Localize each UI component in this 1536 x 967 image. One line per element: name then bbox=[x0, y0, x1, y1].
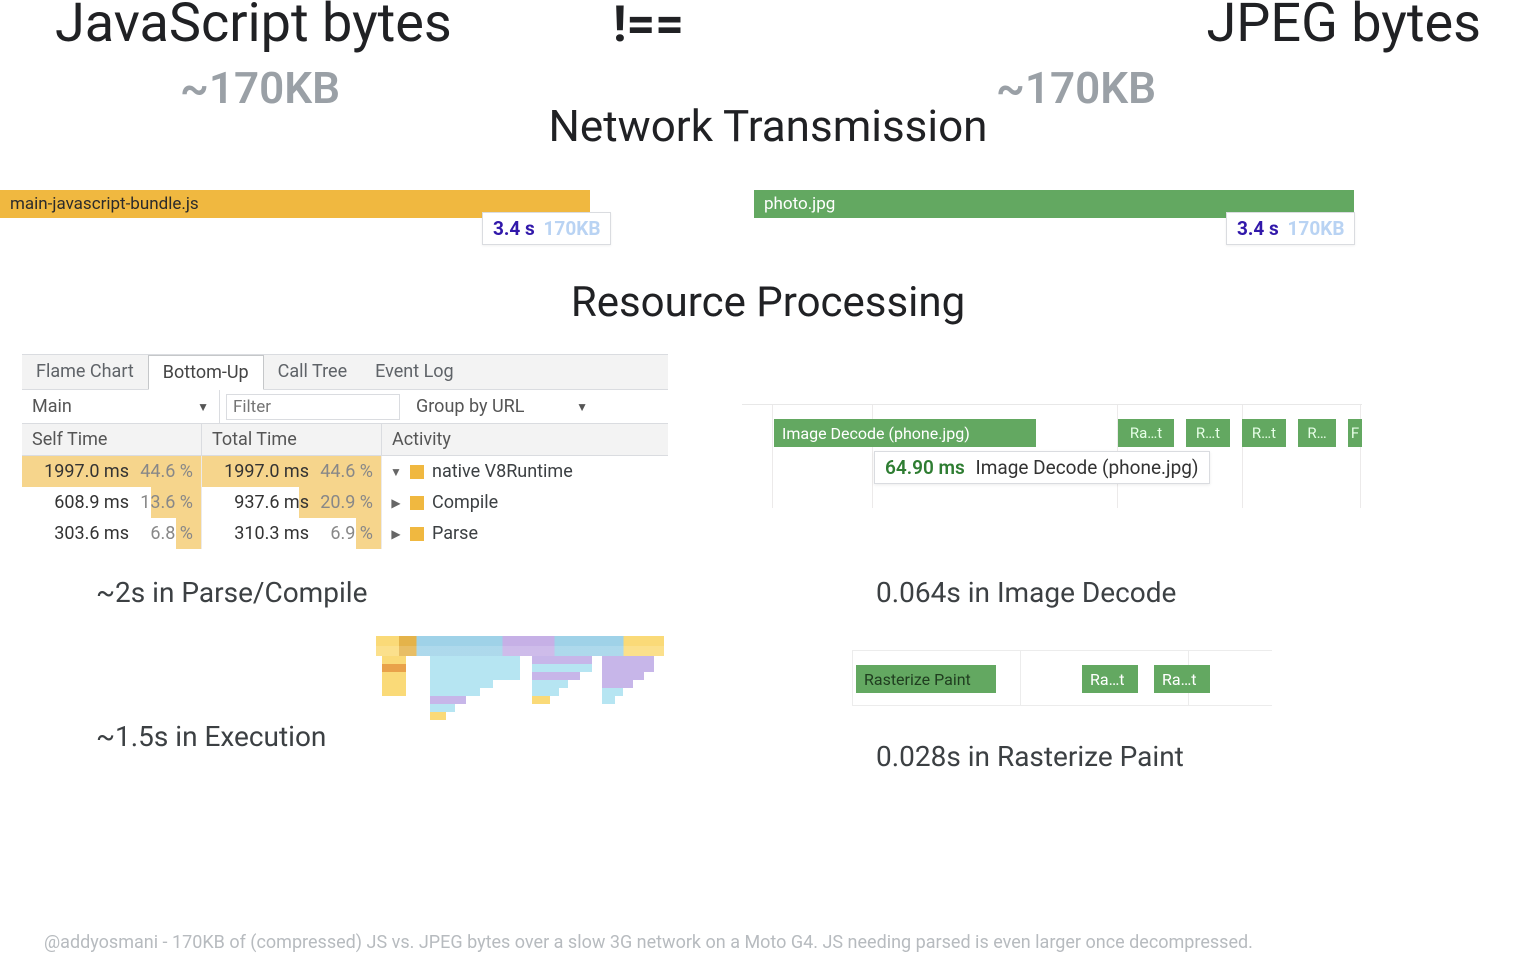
filter-input[interactable] bbox=[226, 394, 400, 420]
disclosure-icon[interactable]: ▶ bbox=[390, 527, 402, 541]
devtools-tabs: Flame ChartBottom-UpCall TreeEvent Log bbox=[22, 355, 668, 390]
network-js-kb: 170KB bbox=[544, 217, 601, 240]
decode-tiny-0: Ra…t bbox=[1118, 419, 1174, 447]
devtools-panel: Flame ChartBottom-UpCall TreeEvent Log M… bbox=[22, 354, 668, 549]
disclosure-icon[interactable]: ▶ bbox=[390, 496, 402, 510]
raster-chip-0: Rasterize Paint bbox=[856, 665, 996, 693]
table-row[interactable]: 608.9 ms13.6 %937.6 ms20.9 %▶Compile bbox=[22, 487, 668, 518]
activity-label: Compile bbox=[432, 492, 498, 513]
decode-tooltip-ms: 64.90 ms bbox=[885, 456, 965, 479]
section-network-title: Network Transmission bbox=[0, 100, 1536, 152]
activity-swatch-icon bbox=[410, 465, 424, 479]
raster-chip-1: Ra…t bbox=[1082, 665, 1138, 693]
chevron-down-icon: ▼ bbox=[576, 400, 588, 414]
devtools-toolbar: Main ▼ Group by URL ▼ bbox=[22, 390, 668, 424]
col-activity[interactable]: Activity bbox=[382, 424, 668, 455]
activity-label: native V8Runtime bbox=[432, 461, 573, 482]
decode-tooltip-label: Image Decode (phone.jpg) bbox=[976, 456, 1199, 479]
image-decode-timeline: Image Decode (phone.jpg) Ra…t R…t R…t R…… bbox=[742, 404, 1362, 508]
decode-tiny-1: R…t bbox=[1186, 419, 1230, 447]
headline-js: JavaScript bytes bbox=[55, 0, 485, 55]
table-row[interactable]: 1997.0 ms44.6 %1997.0 ms44.6 %▼native V8… bbox=[22, 456, 668, 487]
devtools-tab[interactable]: Flame Chart bbox=[22, 355, 148, 389]
callout-raster: 0.028s in Rasterize Paint bbox=[876, 740, 1184, 773]
table-row[interactable]: 303.6 ms6.8 %310.3 ms6.9 %▶Parse bbox=[22, 518, 668, 549]
callout-exec: ~1.5s in Execution bbox=[96, 720, 326, 753]
rasterize-timeline: Rasterize Paint Ra…t Ra…t bbox=[852, 650, 1272, 706]
network-bar-jpg-label: photo.jpg bbox=[764, 194, 835, 214]
chevron-down-icon: ▼ bbox=[197, 400, 209, 414]
footnote: @addyosmani - 170KB of (compressed) JS v… bbox=[44, 932, 1516, 953]
section-processing-title: Resource Processing bbox=[0, 278, 1536, 327]
thread-dropdown-label: Main bbox=[32, 396, 72, 417]
decode-tiny-4: F bbox=[1348, 419, 1362, 447]
callout-parse: ~2s in Parse/Compile bbox=[96, 576, 367, 609]
network-jpg-kb: 170KB bbox=[1288, 217, 1345, 240]
devtools-tab[interactable]: Call Tree bbox=[264, 355, 361, 389]
devtools-tab[interactable]: Event Log bbox=[361, 355, 468, 389]
network-badge-jpg: 3.4 s 170KB bbox=[1226, 212, 1355, 245]
decode-block: Image Decode (phone.jpg) bbox=[774, 419, 1036, 447]
decode-tiny-2: R…t bbox=[1242, 419, 1286, 447]
col-total-time[interactable]: Total Time bbox=[202, 424, 382, 455]
decode-block-label: Image Decode (phone.jpg) bbox=[782, 424, 970, 443]
group-dropdown-label: Group by URL bbox=[416, 396, 524, 417]
raster-chip-2: Ra…t bbox=[1154, 665, 1210, 693]
decode-tooltip: 64.90 ms Image Decode (phone.jpg) bbox=[874, 451, 1210, 484]
headline-neq: !== bbox=[613, 0, 684, 54]
network-jpg-time: 3.4 s bbox=[1237, 217, 1279, 240]
network-bar-js-label: main-javascript-bundle.js bbox=[10, 194, 199, 214]
headline-row: JavaScript bytes !== JPEG bytes bbox=[0, 0, 1536, 55]
network-badge-js: 3.4 s 170KB bbox=[482, 212, 611, 245]
devtools-columns: Self Time Total Time Activity bbox=[22, 424, 668, 456]
callout-decode: 0.064s in Image Decode bbox=[876, 576, 1176, 609]
network-js-time: 3.4 s bbox=[493, 217, 535, 240]
activity-label: Parse bbox=[432, 523, 478, 544]
headline-jpeg: JPEG bytes bbox=[1207, 0, 1481, 55]
devtools-tab[interactable]: Bottom-Up bbox=[148, 355, 264, 390]
flame-chart-icon bbox=[376, 636, 664, 786]
group-dropdown[interactable]: Group by URL ▼ bbox=[406, 390, 598, 423]
devtools-rows: 1997.0 ms44.6 %1997.0 ms44.6 %▼native V8… bbox=[22, 456, 668, 549]
col-self-time[interactable]: Self Time bbox=[22, 424, 202, 455]
disclosure-icon[interactable]: ▼ bbox=[390, 465, 402, 479]
decode-tiny-3: R… bbox=[1298, 419, 1336, 447]
thread-dropdown[interactable]: Main ▼ bbox=[22, 390, 220, 423]
activity-swatch-icon bbox=[410, 496, 424, 510]
network-bars: main-javascript-bundle.js 3.4 s 170KB ph… bbox=[0, 190, 1536, 264]
activity-swatch-icon bbox=[410, 527, 424, 541]
